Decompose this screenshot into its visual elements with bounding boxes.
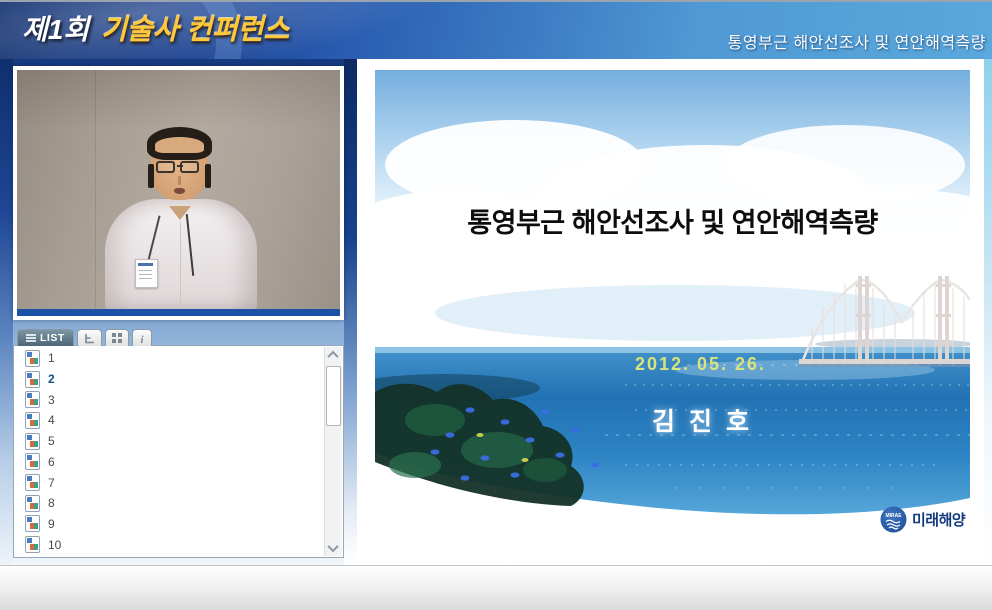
info-icon: i [139,333,145,344]
scrollbar-up-button[interactable] [325,347,341,363]
list-item[interactable]: 3 [16,389,323,410]
list-item-label: 9 [48,517,55,531]
presenter-video-panel [13,66,344,320]
list-item[interactable]: 4 [16,410,323,431]
list-item-label: 7 [48,476,55,490]
tab-list-label: LIST [40,332,65,344]
scrollbar-thumb[interactable] [326,366,341,426]
list-scrollbar[interactable] [324,347,342,556]
list-item[interactable]: 2 [16,369,323,390]
header-banner: 제1회 기술사 컨퍼런스 통영부근 해안선조사 및 연안해역측량 [0,2,992,59]
webcast-player-window: 제1회 기술사 컨퍼런스 통영부근 해안선조사 및 연안해역측량 [0,0,992,610]
outline-icon [84,333,95,344]
slide-display-area: 통영부근 해안선조사 및 연안해역측량 2012. 05. 26. 김진호 MI… [357,59,984,565]
list-item-label: 3 [48,393,55,407]
glasses-bridge [177,165,183,167]
mirae-logo-text: 미래해양 [912,509,965,530]
slide-thumbnail-icon [25,495,40,512]
scrollbar-down-button[interactable] [325,540,341,556]
glasses-lens [180,161,199,173]
list-item-label: 8 [48,496,55,510]
list-item[interactable]: 5 [16,431,323,452]
slide-title: 통영부근 해안선조사 및 연안해역측량 [375,201,970,240]
list-item[interactable]: 7 [16,472,323,493]
slide-thumbnail-icon [25,536,40,553]
slide-list: 1 2 3 4 5 6 7 8 [16,348,323,555]
tab-list[interactable]: LIST [17,329,74,346]
list-item-label: 10 [48,538,61,552]
slide-thumbnail-icon [25,391,40,408]
list-item-label: 2 [48,372,55,386]
column-divider [344,59,357,565]
slide-list-panel: 1 2 3 4 5 6 7 8 [13,345,344,558]
list-item[interactable]: 6 [16,452,323,473]
lecture-title: 통영부근 해안선조사 및 연안해역측량 [728,29,986,53]
presenter-nose [178,176,181,185]
slide-thumbnail-icon [25,453,40,470]
presenter-mouth [174,188,185,194]
slide-thumbnail-icon [25,371,40,388]
slide-presenter-name: 김진호 [375,402,970,438]
slide-date: 2012. 05. 26. [375,354,970,375]
list-item[interactable]: 10 [16,534,323,555]
svg-text:i: i [140,334,144,344]
current-slide: 통영부근 해안선조사 및 연안해역측량 2012. 05. 26. 김진호 MI… [375,70,970,542]
list-icon [26,334,36,342]
list-item[interactable]: 1 [16,348,323,369]
window-left-edge [0,59,13,565]
slide-ocean-image [375,70,970,542]
list-item[interactable]: 9 [16,514,323,535]
list-item-label: 4 [48,413,55,427]
slide-thumbnail-icon [25,515,40,532]
tab-info[interactable]: i [132,329,152,346]
svg-text:MIRAE: MIRAE [885,513,902,519]
wall-shading [17,70,340,130]
tab-outline[interactable] [77,329,102,346]
presenter-sideburn [205,164,211,188]
window-right-edge [984,59,992,565]
chevron-up-icon [327,351,338,362]
mirae-logo-badge-icon: MIRAE [880,506,907,533]
video-bottom-strip [17,309,340,316]
presenter-name-tag [135,259,158,288]
slide-thumbnail-icon [25,433,40,450]
slide-thumbnail-icon [25,412,40,429]
presenter-glasses [156,161,204,174]
list-item-label: 6 [48,455,55,469]
mirae-logo: MIRAE 미래해양 [880,506,965,533]
grid-icon [112,333,122,343]
presenter-sideburn [148,164,154,188]
glasses-lens [156,161,175,173]
conference-title-main: 기술사 컨퍼런스 [101,13,289,47]
control-bar: 한국기술사회 ENGINEERS KOREA SLIDE 2 / 26 | PL… [0,565,992,610]
presenter-hair [147,127,212,160]
list-panel-tabs: LIST i [17,328,152,346]
wall-seam [95,70,96,316]
chevron-down-icon [327,541,338,552]
shirt-placket [180,222,181,308]
slide-thumbnail-icon [25,350,40,367]
list-item-label: 1 [48,351,55,365]
conference-title-prefix: 제1회 [22,13,89,47]
slide-thumbnail-icon [25,474,40,491]
conference-title: 제1회 기술사 컨퍼런스 [22,13,289,47]
list-item[interactable]: 8 [16,493,323,514]
tab-thumbnails[interactable] [105,329,129,346]
presenter-video-frame [17,70,340,316]
list-item-label: 5 [48,434,55,448]
